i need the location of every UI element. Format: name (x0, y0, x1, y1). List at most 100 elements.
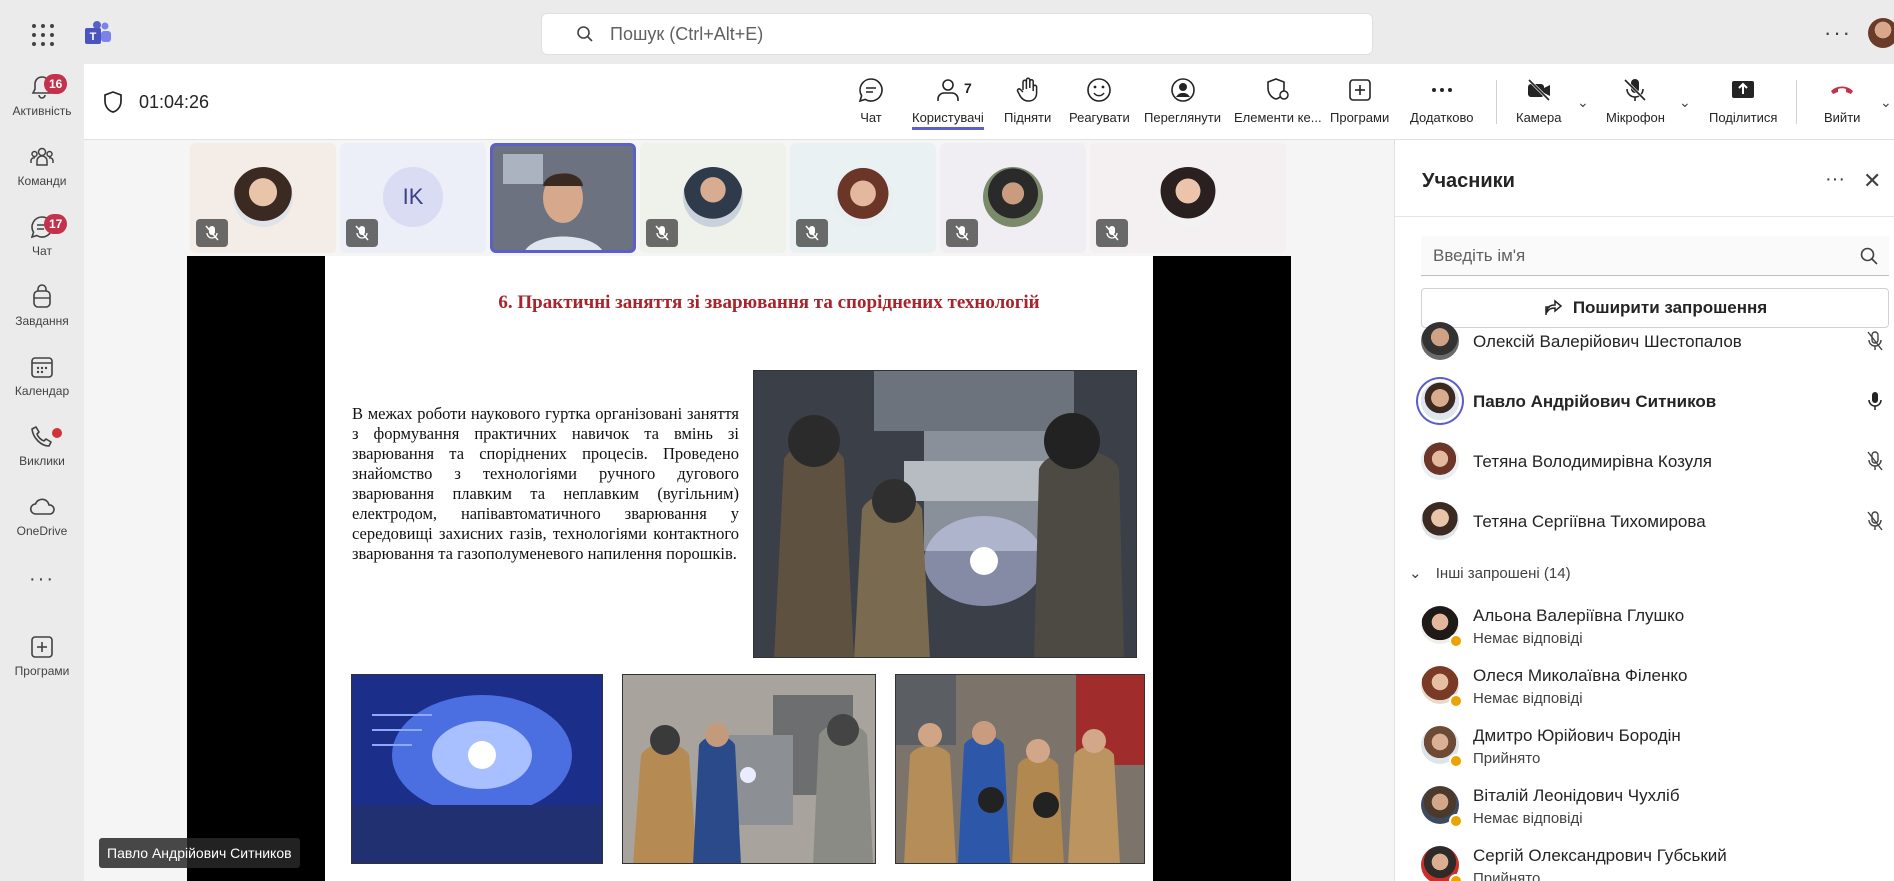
shield-icon[interactable] (102, 90, 124, 114)
pending-clock-icon (1449, 694, 1463, 708)
participant-name: Олеся Миколаївна Філенко (1473, 666, 1688, 685)
meeting-elements-button[interactable]: Елементи ке... (1234, 76, 1322, 125)
avatar (983, 167, 1043, 227)
microphone-button[interactable]: Мікрофон (1606, 76, 1665, 125)
participant-name: Тетяна Сергіївна Тихомирова (1473, 512, 1706, 531)
rail-item-calls[interactable]: Виклики (0, 418, 84, 480)
more-icon (1431, 88, 1452, 92)
invited-row[interactable]: Віталій Леонідович Чухліб Немає відповід… (1421, 780, 1891, 832)
mic-off-icon (1096, 219, 1128, 247)
calls-notification-dot (52, 428, 62, 438)
settings-more-button[interactable]: ··· (1824, 20, 1852, 46)
mic-off-icon (1624, 78, 1647, 102)
svg-text:T: T (90, 31, 97, 43)
more-icon: ··· (29, 568, 55, 590)
participant-tile[interactable] (640, 143, 786, 253)
response-status: Прийнято (1473, 750, 1541, 767)
hand-icon (1016, 77, 1037, 102)
participant-tile[interactable] (1090, 143, 1286, 253)
emoji-icon (1087, 78, 1112, 102)
rail-item-more[interactable]: ··· (0, 564, 84, 626)
invited-row[interactable]: Альона Валеріївна Глушко Немає відповіді (1421, 600, 1891, 652)
mic-off-icon (946, 219, 978, 247)
chat-button[interactable]: Чат (857, 76, 885, 125)
participant-row[interactable]: Олексій Валерійович Шестопалов (1421, 316, 1891, 368)
rail-item-onedrive[interactable]: OneDrive (0, 488, 84, 550)
mic-off-icon (346, 219, 378, 247)
calendar-icon (31, 357, 53, 378)
invited-row[interactable]: Сергій Олександрович Губський Прийнято (1421, 840, 1891, 881)
chevron-down-icon[interactable]: ⌄ (1880, 94, 1892, 111)
invited-row[interactable]: Дмитро Юрійович Бородін Прийнято (1421, 720, 1891, 772)
participant-tile[interactable] (790, 143, 936, 253)
app-launcher-icon[interactable] (28, 20, 56, 48)
rail-item-teams[interactable]: Команди (0, 138, 84, 200)
rail-item-apps[interactable]: Програми (0, 628, 84, 690)
participant-search-input[interactable]: Введіть ім'я (1421, 236, 1889, 276)
search-placeholder: Введіть ім'я (1433, 245, 1526, 265)
raise-hand-button[interactable]: Підняти (1004, 76, 1051, 125)
leave-label: Вийти (1824, 110, 1861, 125)
rail-label: Команди (17, 174, 67, 188)
share-arrow-icon (1545, 299, 1562, 315)
participants-panel: Учасники ··· ✕ Введіть ім'я Поширити зап… (1394, 140, 1894, 881)
rail-item-chat[interactable]: 17 Чат (0, 208, 84, 270)
mic-icon (1868, 392, 1882, 410)
welding-group-photo (895, 674, 1145, 864)
avatar (833, 167, 893, 227)
chat-badge: 17 (44, 214, 68, 234)
panel-more-button[interactable]: ··· (1825, 168, 1845, 191)
apps-label: Програми (1330, 110, 1390, 125)
rail-label: Програми (14, 664, 70, 678)
toolbar-divider (1796, 80, 1797, 124)
chat-label: Чат (860, 110, 882, 125)
more-actions-button[interactable]: Додатково (1410, 76, 1473, 125)
close-icon[interactable]: ✕ (1863, 168, 1881, 194)
search-input[interactable]: Пошук (Ctrl+Alt+E) (541, 13, 1373, 55)
participant-name: Дмитро Юрійович Бородін (1473, 726, 1681, 745)
avatar (683, 167, 743, 227)
rail-label: OneDrive (16, 524, 68, 538)
participant-row[interactable]: Тетяна Сергіївна Тихомирова (1421, 496, 1891, 548)
activity-badge: 16 (44, 74, 68, 94)
participant-tile[interactable]: IK (340, 143, 486, 253)
participant-name: Сергій Олександрович Губський (1473, 846, 1727, 865)
pending-clock-icon (1449, 874, 1463, 881)
camera-button[interactable]: Камера (1516, 76, 1561, 125)
speaker-name-label: Павло Андрійович Ситников (99, 838, 300, 868)
participant-name: Віталій Леонідович Чухліб (1473, 786, 1680, 805)
response-status: Немає відповіді (1473, 690, 1583, 707)
avatar[interactable] (1868, 18, 1894, 48)
participant-tile-speaking[interactable] (490, 143, 636, 253)
leave-button[interactable]: Вийти (1824, 76, 1860, 125)
rail-item-assignments[interactable]: Завдання (0, 278, 84, 340)
participant-row[interactable]: Павло Андрійович Ситников (1421, 376, 1891, 428)
react-button[interactable]: Реагувати (1069, 76, 1130, 125)
avatar (1421, 322, 1459, 360)
people-count: 7 (964, 80, 972, 96)
participant-row[interactable]: Тетяна Володимирівна Козуля (1421, 436, 1891, 488)
rail-label: Календар (14, 384, 70, 398)
chevron-down-icon[interactable]: ⌄ (1679, 94, 1691, 111)
rail-item-calendar[interactable]: Календар (0, 348, 84, 410)
toolbar-divider (1496, 80, 1497, 124)
participant-tile[interactable] (940, 143, 1086, 253)
share-button[interactable]: Поділитися (1709, 76, 1777, 125)
shared-content-stage: 6. Практичні заняття зі зварювання та сп… (99, 256, 1291, 881)
video-feed (493, 146, 633, 250)
hang-up-icon (1831, 86, 1854, 94)
others-section-header[interactable]: ⌄ Інші запрошені (14) (1409, 564, 1571, 582)
chevron-down-icon[interactable]: ⌄ (1577, 94, 1589, 111)
invited-row[interactable]: Олеся Миколаївна Філенко Немає відповіді (1421, 660, 1891, 712)
apps-button[interactable]: Програми (1330, 76, 1389, 125)
search-placeholder: Пошук (Ctrl+Alt+E) (610, 23, 764, 44)
plus-icon (31, 636, 53, 658)
people-button[interactable]: 7 Користувачі (912, 76, 984, 130)
rail-item-activity[interactable]: 16 Активність (0, 68, 84, 130)
participant-tile[interactable] (190, 143, 336, 253)
react-label: Реагувати (1069, 110, 1130, 125)
search-icon (1860, 247, 1878, 265)
view-button[interactable]: Переглянути (1144, 76, 1221, 125)
participant-name: Олексій Валерійович Шестопалов (1473, 332, 1742, 351)
people-icon (937, 79, 959, 101)
